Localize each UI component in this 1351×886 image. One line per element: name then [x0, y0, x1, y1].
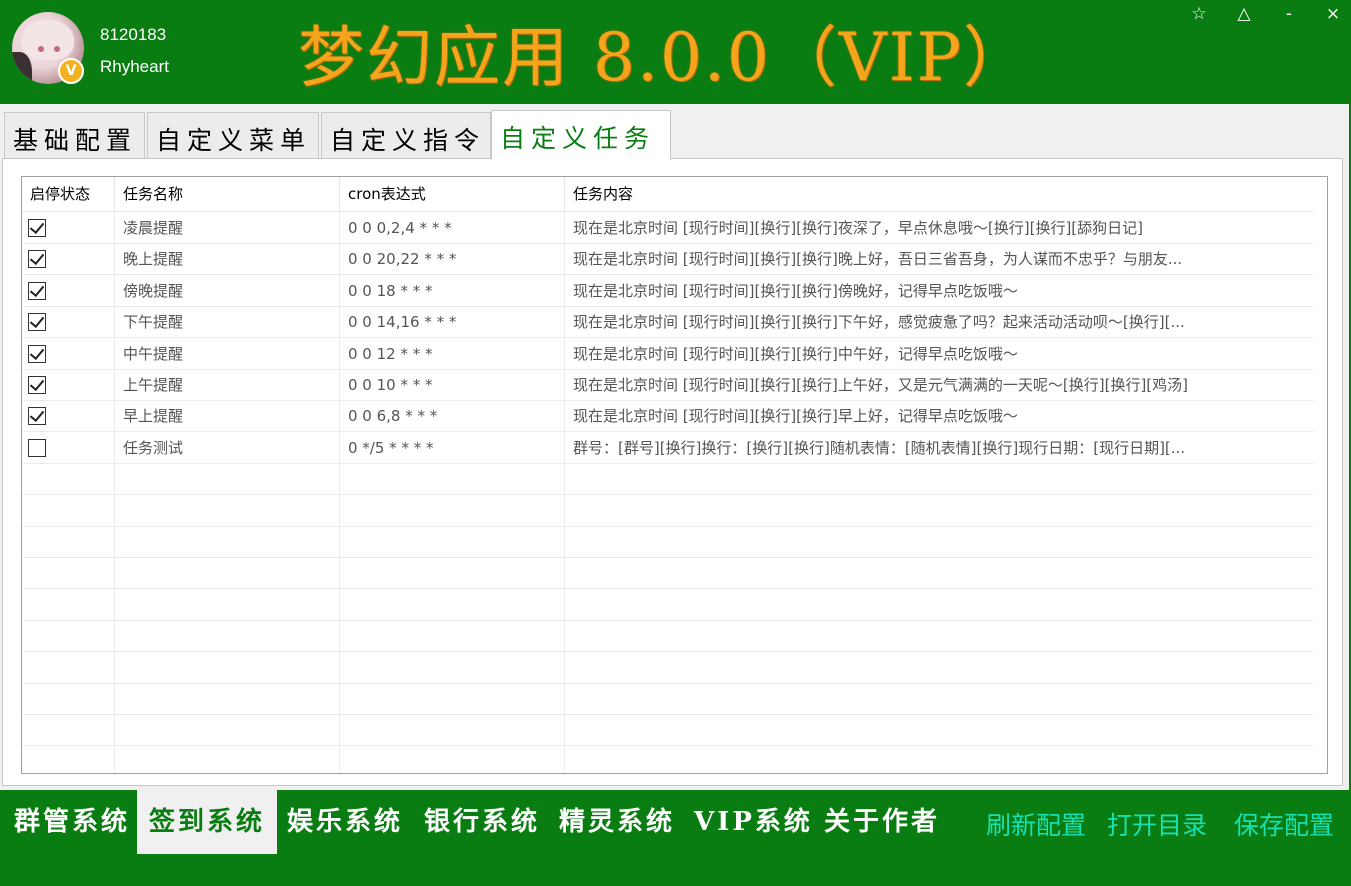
table-row[interactable]: 上午提醒 0 0 10 * * * 现在是北京时间 [现行时间][换行][换行]上午…	[22, 370, 1313, 401]
nav-vip-system[interactable]: VIP系统	[694, 790, 813, 854]
bottom-nav-bar: 群管系统 签到系统 娱乐系统 银行系统 精灵系统 VIP系统 关于作者 刷新配置…	[0, 790, 1351, 886]
enabled-checkbox[interactable]	[28, 344, 46, 363]
title-bar: V 8120183 Rhyheart 梦幻应用 8.0.0（VIP） ☆ △ -…	[0, 0, 1351, 104]
cron-expression-cell: 0 0 14,16 * * *	[348, 313, 457, 332]
enabled-checkbox[interactable]	[28, 281, 46, 300]
tab-custom-task[interactable]: 自定义任务	[491, 110, 671, 160]
task-name-cell: 凌晨提醒	[123, 219, 184, 237]
app-title: 梦幻应用 8.0.0（VIP）	[298, 19, 1032, 96]
task-content-cell: 现在是北京时间 [现行时间][换行][换行]傍晚好，记得早点吃饭哦～	[573, 281, 1018, 300]
task-name-cell: 中午提醒	[123, 344, 184, 363]
table-row[interactable]: 任务测试 0 */5 * * * * 群号：[群号][换行]换行：[换行][换行]随…	[22, 433, 1313, 464]
cron-expression-cell: 0 0 6,8 * * *	[348, 407, 438, 426]
empty-row	[22, 684, 1313, 715]
empty-row	[22, 464, 1313, 496]
main-panel: 基础配置 自定义菜单 自定义指令 自定义任务 启停状态 任务名称 cron表达式…	[0, 104, 1349, 790]
vip-badge-icon: V	[58, 58, 84, 84]
task-name-cell: 傍晚提醒	[123, 281, 184, 300]
user-name: Rhyheart	[100, 57, 169, 76]
cron-expression-cell: 0 0 18 * * *	[348, 281, 433, 300]
empty-row	[22, 653, 1313, 684]
task-name-cell: 任务测试	[123, 438, 184, 457]
task-name-cell: 下午提醒	[123, 313, 184, 332]
nav-sign-in-system[interactable]: 签到系统	[137, 790, 278, 854]
table-row[interactable]: 傍晚提醒 0 0 18 * * * 现在是北京时间 [现行时间][换行][换行]傍晚…	[22, 276, 1313, 307]
task-content-cell: 现在是北京时间 [现行时间][换行][换行]夜深了，早点休息哦～[换行][换行]…	[573, 219, 1143, 237]
empty-row	[22, 747, 1313, 773]
avatar-shadow	[12, 52, 32, 84]
task-content-cell: 群号：[群号][换行]换行：[换行][换行]随机表情：[随机表情][换行]现行日…	[573, 438, 1186, 457]
minimize-icon[interactable]: -	[1277, 4, 1301, 24]
nav-entertainment[interactable]: 娱乐系统	[287, 790, 403, 854]
empty-row	[22, 527, 1313, 558]
task-content-cell: 现在是北京时间 [现行时间][换行][换行]上午好，又是元气满满的一天呢～[换行…	[573, 376, 1188, 394]
tab-custom-menu[interactable]: 自定义菜单	[147, 112, 319, 158]
cron-expression-cell: 0 0 10 * * *	[348, 376, 433, 394]
col-header-cron[interactable]: cron表达式	[339, 177, 564, 212]
empty-row	[22, 715, 1313, 747]
empty-row	[22, 496, 1313, 527]
refresh-config-link[interactable]: 刷新配置	[986, 806, 1086, 842]
open-directory-link[interactable]: 打开目录	[1107, 806, 1207, 842]
nav-group-management[interactable]: 群管系统	[14, 790, 130, 854]
enabled-checkbox[interactable]	[28, 250, 46, 269]
table-row[interactable]: 早上提醒 0 0 6,8 * * * 现在是北京时间 [现行时间][换行][换行]早…	[22, 401, 1313, 433]
empty-row	[22, 621, 1313, 653]
cron-expression-cell: 0 */5 * * * *	[348, 438, 434, 457]
col-header-name[interactable]: 任务名称	[114, 177, 339, 212]
empty-row	[22, 558, 1313, 590]
task-table: 启停状态 任务名称 cron表达式 任务内容 凌晨提醒 0 0 0,2,4 * *…	[21, 176, 1328, 774]
table-header: 启停状态 任务名称 cron表达式 任务内容	[22, 177, 1327, 212]
close-icon[interactable]: ×	[1321, 4, 1345, 24]
avatar-eye-left	[38, 46, 44, 52]
task-content-cell: 现在是北京时间 [现行时间][换行][换行]下午好，感觉疲惫了吗？起来活动活动呗…	[573, 313, 1185, 332]
skin-triangle-icon[interactable]: △	[1232, 4, 1256, 24]
empty-row	[22, 590, 1313, 621]
enabled-checkbox[interactable]	[28, 376, 46, 394]
cron-expression-cell: 0 0 20,22 * * *	[348, 250, 457, 269]
user-id: 8120183	[100, 25, 167, 44]
cron-expression-cell: 0 0 12 * * *	[348, 344, 433, 363]
nav-sprite-system[interactable]: 精灵系统	[559, 790, 675, 854]
task-name-cell: 早上提醒	[123, 407, 184, 426]
table-row[interactable]: 晚上提醒 0 0 20,22 * * * 现在是北京时间 [现行时间][换行][换行…	[22, 244, 1313, 276]
tab-custom-command[interactable]: 自定义指令	[321, 112, 491, 158]
nav-bank-system[interactable]: 银行系统	[424, 790, 540, 854]
col-header-status[interactable]: 启停状态	[22, 177, 114, 212]
table-row[interactable]: 下午提醒 0 0 14,16 * * * 现在是北京时间 [现行时间][换行][换行…	[22, 307, 1313, 339]
avatar-eye-right	[54, 46, 60, 52]
nav-about-author[interactable]: 关于作者	[824, 790, 940, 854]
task-content-cell: 现在是北京时间 [现行时间][换行][换行]早上好，记得早点吃饭哦～	[573, 407, 1018, 426]
task-name-cell: 晚上提醒	[123, 250, 184, 269]
col-header-content[interactable]: 任务内容	[564, 177, 1314, 212]
task-content-cell: 现在是北京时间 [现行时间][换行][换行]中午好，记得早点吃饭哦～	[573, 344, 1018, 363]
cron-expression-cell: 0 0 0,2,4 * * *	[348, 219, 452, 237]
vertical-scrollbar[interactable]	[1313, 177, 1327, 773]
table-row[interactable]: 中午提醒 0 0 12 * * * 现在是北京时间 [现行时间][换行][换行]中午…	[22, 339, 1313, 370]
table-row[interactable]: 凌晨提醒 0 0 0,2,4 * * * 现在是北京时间 [现行时间][换行][换行…	[22, 213, 1313, 244]
task-name-cell: 上午提醒	[123, 376, 184, 394]
tab-basic-config[interactable]: 基础配置	[4, 112, 145, 158]
save-config-link[interactable]: 保存配置	[1234, 806, 1334, 842]
enabled-checkbox[interactable]	[28, 313, 46, 332]
enabled-checkbox[interactable]	[28, 438, 46, 457]
enabled-checkbox[interactable]	[28, 219, 46, 237]
enabled-checkbox[interactable]	[28, 407, 46, 426]
task-content-cell: 现在是北京时间 [现行时间][换行][换行]晚上好，吾日三省吾身，为人谋而不忠乎…	[573, 250, 1183, 269]
pin-star-icon[interactable]: ☆	[1187, 4, 1211, 24]
avatar-hair	[22, 20, 74, 60]
